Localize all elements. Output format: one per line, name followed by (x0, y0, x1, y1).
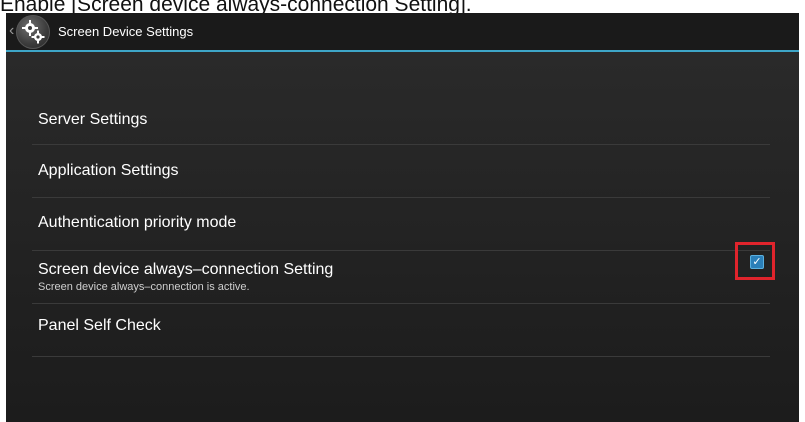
device-screen: ‹ Screen Device Settings Server Settings… (6, 13, 799, 422)
settings-item-application[interactable]: Application Settings (32, 145, 770, 198)
settings-item-sublabel: Screen device always–connection is activ… (38, 281, 250, 293)
page-title: Screen Device Settings (58, 24, 194, 39)
settings-list: Server Settings Application Settings Aut… (6, 52, 799, 422)
settings-item-label: Screen device always–connection Setting (38, 261, 334, 278)
settings-item-label: Panel Self Check (38, 317, 161, 334)
gear-icon[interactable] (16, 15, 50, 49)
checkmark-icon: ✓ (752, 256, 762, 268)
title-bar: ‹ Screen Device Settings (6, 13, 799, 52)
settings-item-label: Authentication priority mode (38, 214, 237, 231)
checkbox-highlight-box: ✓ (735, 242, 775, 280)
always-connection-checkbox[interactable]: ✓ (750, 255, 764, 269)
settings-item-always-connection[interactable]: Screen device always–connection Setting … (32, 251, 770, 304)
settings-item-server[interactable]: Server Settings (32, 92, 770, 145)
settings-item-label: Server Settings (38, 111, 148, 128)
settings-item-label: Application Settings (38, 162, 179, 179)
settings-item-panel-self-check[interactable]: Panel Self Check (32, 304, 770, 357)
settings-item-authentication-priority[interactable]: Authentication priority mode (32, 198, 770, 251)
